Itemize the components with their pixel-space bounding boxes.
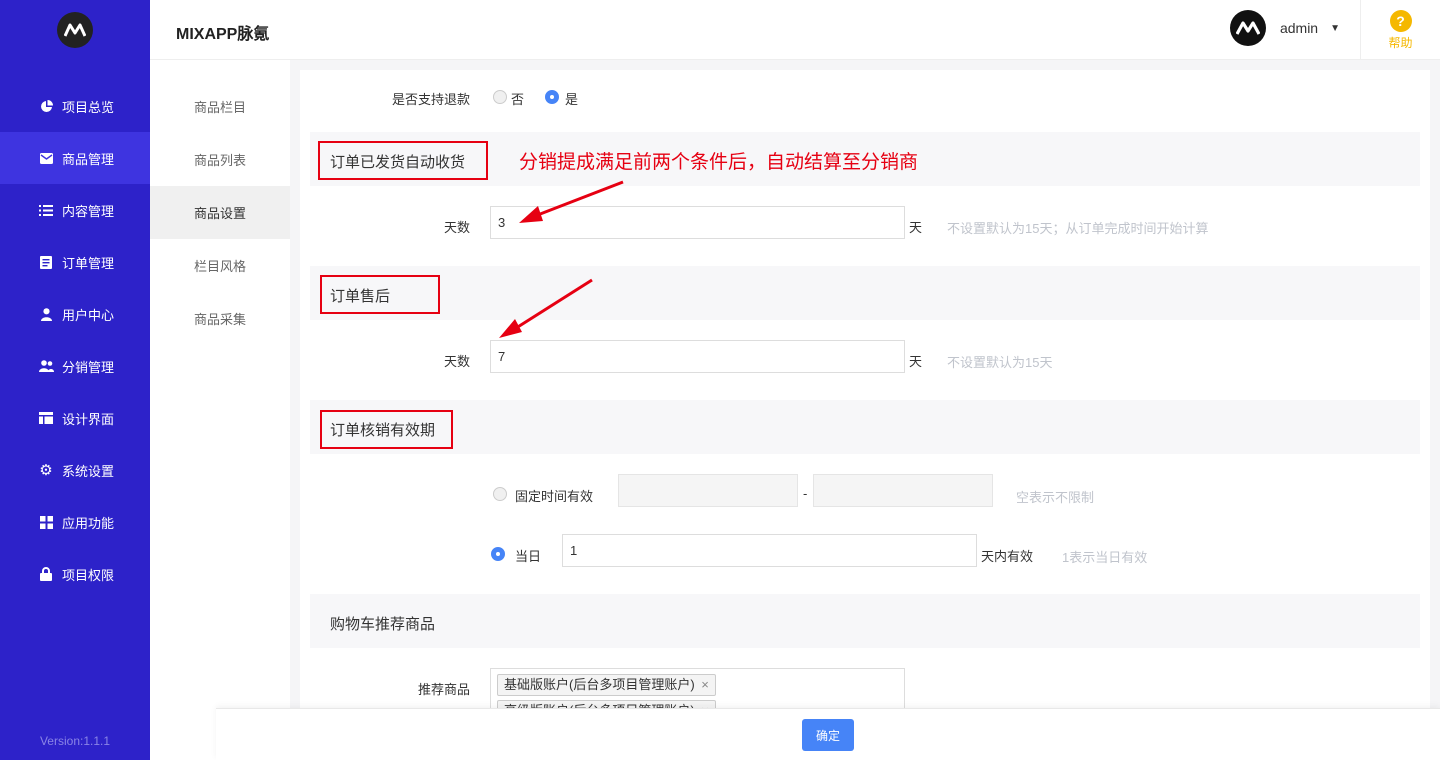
username[interactable]: admin xyxy=(1280,20,1318,36)
nav-item-label: 项目权限 xyxy=(62,567,115,583)
document-icon xyxy=(38,254,54,270)
logo-area xyxy=(0,0,150,60)
nav-item-label: 应用功能 xyxy=(62,515,115,531)
hint-text: 空表示不限制 xyxy=(1016,490,1095,505)
question-icon: ? xyxy=(1389,9,1412,32)
form-footer: 确定 xyxy=(216,708,1440,760)
product-tag[interactable]: 基础版账户(后台多项目管理账户) × xyxy=(497,674,716,696)
verify-section: 订单核销有效期 xyxy=(310,400,1420,454)
same-day-label[interactable]: 当日 xyxy=(515,546,541,565)
confirm-button[interactable]: 确定 xyxy=(802,719,854,751)
nav-item-label: 分销管理 xyxy=(62,359,115,375)
main-nav: 项目总览 商品管理 内容管理 订单管理 用户中心 分销管理 设计界面 ⚙ 系统设 xyxy=(0,80,150,600)
user-icon xyxy=(38,306,54,322)
help-button[interactable]: ? 帮助 xyxy=(1360,0,1440,60)
nav-item-label: 系统设置 xyxy=(62,463,115,479)
avatar[interactable] xyxy=(1229,10,1266,46)
nav-item-label: 订单管理 xyxy=(62,255,115,271)
nav-item-label: 用户中心 xyxy=(62,307,115,323)
submenu-item-collect[interactable]: 商品采集 xyxy=(150,292,290,345)
submenu-item-columns[interactable]: 商品栏目 xyxy=(150,80,290,133)
list-icon xyxy=(38,202,54,218)
user-menu[interactable]: admin ▼ xyxy=(1229,10,1340,46)
nav-item-orders[interactable]: 订单管理 xyxy=(0,236,150,288)
nav-item-products[interactable]: 商品管理 xyxy=(0,132,150,184)
caret-down-icon[interactable]: ▼ xyxy=(1330,23,1340,34)
nav-item-permissions[interactable]: 项目权限 xyxy=(0,548,150,600)
fixed-time-radio[interactable] xyxy=(493,487,507,501)
lock-icon xyxy=(38,566,54,582)
valid-days-suffix: 天内有效 xyxy=(981,549,1034,564)
end-date-input[interactable] xyxy=(813,474,993,507)
nav-item-content[interactable]: 内容管理 xyxy=(0,184,150,236)
submenu-item-settings[interactable]: 商品设置 xyxy=(150,186,290,239)
sidebar: 项目总览 商品管理 内容管理 订单管理 用户中心 分销管理 设计界面 ⚙ 系统设 xyxy=(0,0,150,760)
grid-icon xyxy=(38,514,54,530)
brand-title: MIXAPP脉氪 xyxy=(176,26,270,43)
nav-item-overview[interactable]: 项目总览 xyxy=(0,80,150,132)
nav-item-design[interactable]: 设计界面 xyxy=(0,392,150,444)
cart-section: 购物车推荐商品 xyxy=(310,594,1420,648)
range-separator: - xyxy=(803,486,808,501)
nav-item-label: 设计界面 xyxy=(62,411,115,427)
nav-item-label: 商品管理 xyxy=(62,151,115,167)
recommend-label: 推荐商品 xyxy=(417,682,470,697)
submenu-item-list[interactable]: 商品列表 xyxy=(150,133,290,186)
app-logo[interactable] xyxy=(57,12,93,48)
top-header: MIXAPP脉氪 admin ▼ ? 帮助 xyxy=(150,0,1440,60)
settings-form: 是否支持退款 否 是 订单已发货自动收货 分销提成满足前两个条件后，自动结算至分… xyxy=(300,70,1430,760)
help-label: 帮助 xyxy=(1388,35,1413,50)
valid-days-input[interactable]: 1 xyxy=(562,534,977,567)
start-date-input[interactable] xyxy=(618,474,798,507)
gear-icon: ⚙ xyxy=(39,461,53,479)
nav-item-users[interactable]: 用户中心 xyxy=(0,288,150,340)
pie-chart-icon xyxy=(38,98,54,114)
layout-icon xyxy=(38,410,54,426)
tag-close-icon[interactable]: × xyxy=(701,677,709,692)
users-icon xyxy=(38,358,54,374)
nav-item-label: 内容管理 xyxy=(62,203,115,219)
annotation-arrows xyxy=(499,180,624,338)
section-title: 购物车推荐商品 xyxy=(330,616,436,633)
version-label: Version:1.1.1 xyxy=(39,734,111,748)
nav-item-label: 项目总览 xyxy=(62,99,115,115)
nav-item-apps[interactable]: 应用功能 xyxy=(0,496,150,548)
hint-text: 1表示当日有效 xyxy=(1062,550,1148,565)
nav-item-settings[interactable]: ⚙ 系统设置 xyxy=(0,444,150,496)
fixed-time-label[interactable]: 固定时间有效 xyxy=(515,486,593,505)
same-day-radio[interactable] xyxy=(491,547,505,561)
tag-label: 基础版账户(后台多项目管理账户) xyxy=(504,677,695,692)
annotation-box xyxy=(320,410,453,449)
submenu-item-style[interactable]: 栏目风格 xyxy=(150,239,290,292)
envelope-icon xyxy=(38,150,54,166)
product-submenu: 商品栏目 商品列表 商品设置 栏目风格 商品采集 xyxy=(150,60,290,760)
nav-item-distribution[interactable]: 分销管理 xyxy=(0,340,150,392)
